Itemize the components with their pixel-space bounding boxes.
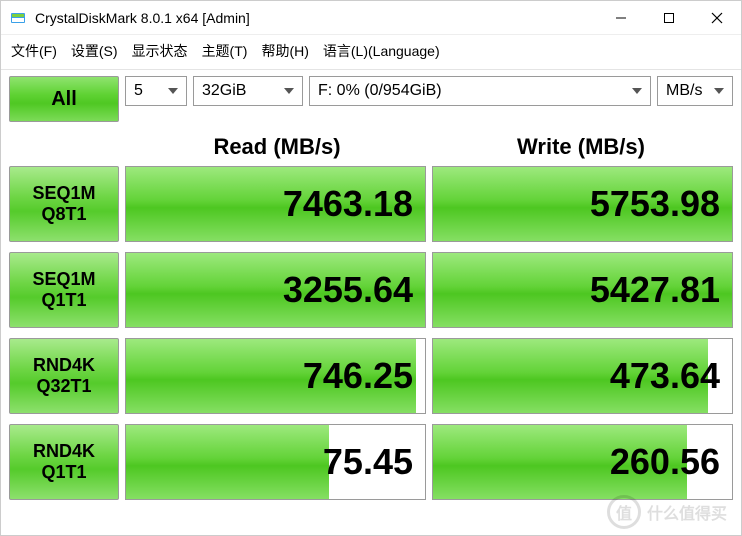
menu-settings[interactable]: 设置(S) xyxy=(71,41,118,61)
test-label-line2: Q8T1 xyxy=(41,204,86,225)
titlebar: CrystalDiskMark 8.0.1 x64 [Admin] xyxy=(1,1,741,35)
window-title: CrystalDiskMark 8.0.1 x64 [Admin] xyxy=(35,10,597,26)
read-result: 7463.18 xyxy=(125,166,426,242)
write-value: 5427.81 xyxy=(590,269,720,311)
read-result: 3255.64 xyxy=(125,252,426,328)
test-label-line2: Q32T1 xyxy=(36,376,91,397)
close-button[interactable] xyxy=(693,1,741,34)
drive-dropdown[interactable]: F: 0% (0/954GiB) xyxy=(309,76,651,106)
test-label-line2: Q1T1 xyxy=(41,462,86,483)
menu-file[interactable]: 文件(F) xyxy=(11,41,57,61)
test-button-RND4K-Q32T1[interactable]: RND4K Q32T1 xyxy=(9,338,119,414)
test-label-line2: Q1T1 xyxy=(41,290,86,311)
menubar: 文件(F) 设置(S) 显示状态 主题(T) 帮助(H) 语言(L)(Langu… xyxy=(1,35,741,70)
test-row: SEQ1M Q8T1 7463.18 5753.98 xyxy=(9,166,733,242)
size-value: 32GiB xyxy=(202,82,246,100)
menu-theme[interactable]: 主题(T) xyxy=(202,41,248,61)
test-row: RND4K Q1T1 75.45 260.56 xyxy=(9,424,733,500)
write-value: 473.64 xyxy=(610,355,720,397)
write-result: 473.64 xyxy=(432,338,733,414)
write-result: 260.56 xyxy=(432,424,733,500)
test-label-line1: RND4K xyxy=(33,441,95,462)
test-button-RND4K-Q1T1[interactable]: RND4K Q1T1 xyxy=(9,424,119,500)
minimize-button[interactable] xyxy=(597,1,645,34)
unit-dropdown[interactable]: MB/s xyxy=(657,76,733,106)
count-value: 5 xyxy=(134,82,143,100)
size-dropdown[interactable]: 32GiB xyxy=(193,76,303,106)
write-result: 5427.81 xyxy=(432,252,733,328)
drive-value: F: 0% (0/954GiB) xyxy=(318,82,442,100)
menu-language[interactable]: 语言(L)(Language) xyxy=(323,41,440,61)
read-value: 746.25 xyxy=(303,355,413,397)
test-label-line1: RND4K xyxy=(33,355,95,376)
read-result: 75.45 xyxy=(125,424,426,500)
write-result: 5753.98 xyxy=(432,166,733,242)
read-result: 746.25 xyxy=(125,338,426,414)
count-dropdown[interactable]: 5 xyxy=(125,76,187,106)
test-row: RND4K Q32T1 746.25 473.64 xyxy=(9,338,733,414)
unit-value: MB/s xyxy=(666,82,702,100)
app-icon xyxy=(9,9,27,27)
read-header: Read (MB/s) xyxy=(125,128,429,166)
results-area: SEQ1M Q8T1 7463.18 5753.98 SEQ1M Q1T1 32… xyxy=(1,166,741,508)
controls-row: All 5 32GiB F: 0% (0/954GiB) MB/s xyxy=(1,70,741,126)
window-controls xyxy=(597,1,741,34)
menu-help[interactable]: 帮助(H) xyxy=(261,41,308,61)
read-value: 75.45 xyxy=(323,441,413,483)
test-button-SEQ1M-Q8T1[interactable]: SEQ1M Q8T1 xyxy=(9,166,119,242)
run-all-button[interactable]: All xyxy=(9,76,119,122)
menu-display[interactable]: 显示状态 xyxy=(132,41,188,61)
write-value: 5753.98 xyxy=(590,183,720,225)
write-header: Write (MB/s) xyxy=(429,128,733,166)
read-value: 7463.18 xyxy=(283,183,413,225)
maximize-button[interactable] xyxy=(645,1,693,34)
run-all-label: All xyxy=(51,88,77,111)
column-headers: Read (MB/s) Write (MB/s) xyxy=(1,128,741,166)
test-row: SEQ1M Q1T1 3255.64 5427.81 xyxy=(9,252,733,328)
test-button-SEQ1M-Q1T1[interactable]: SEQ1M Q1T1 xyxy=(9,252,119,328)
read-value: 3255.64 xyxy=(283,269,413,311)
test-label-line1: SEQ1M xyxy=(32,183,95,204)
write-value: 260.56 xyxy=(610,441,720,483)
test-label-line1: SEQ1M xyxy=(32,269,95,290)
